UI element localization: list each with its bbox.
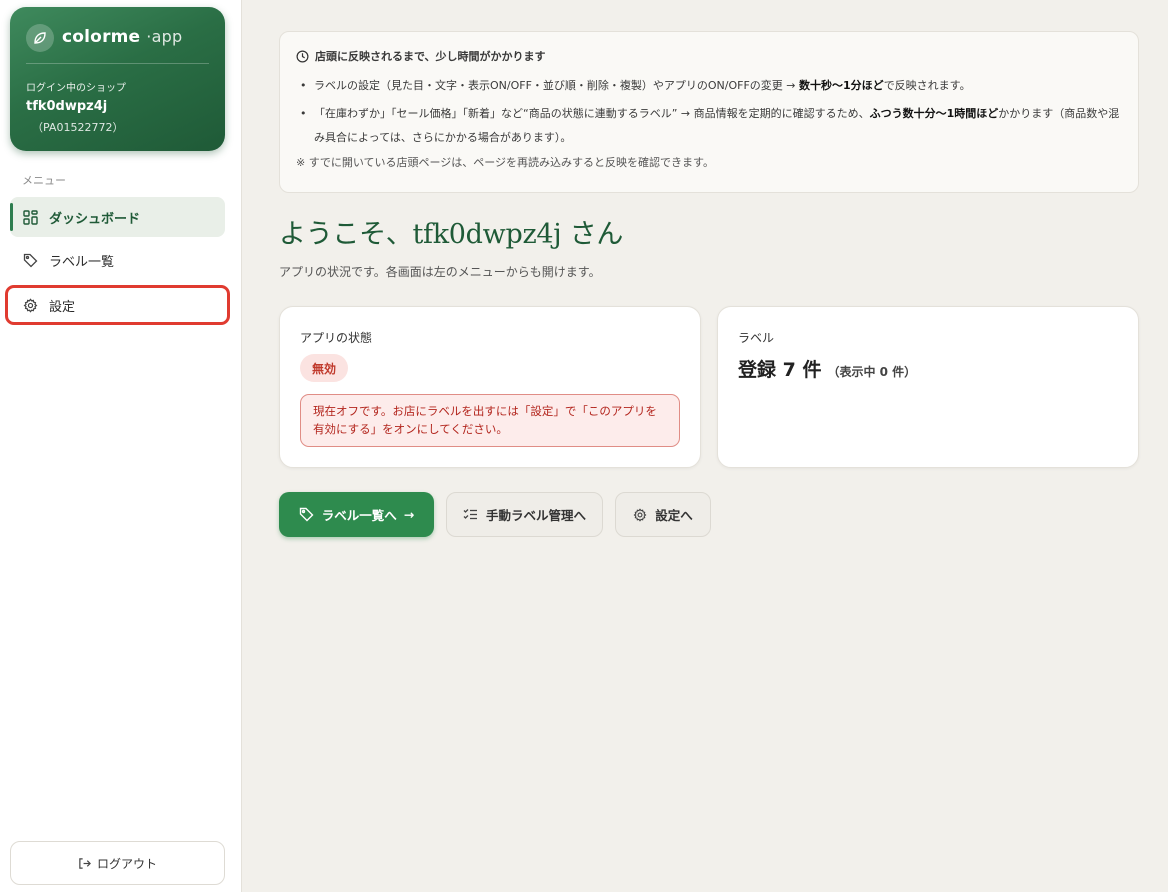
notice-note: ※ すでに開いている店頭ページは、ページを再読み込みすると反映を確認できます。: [296, 156, 714, 169]
brand-suffix: ·app: [146, 27, 183, 46]
status-alert: 現在オフです。お店にラベルを出すには「設定」で「このアプリを有効にする」をオンに…: [300, 394, 680, 447]
notice-emphasis: 数十秒〜1分ほど: [799, 79, 884, 92]
label-count-value: 登録 7 件: [738, 359, 822, 381]
shop-id: （PA01522772）: [32, 121, 124, 134]
page-subtitle: アプリの状況です。各画面は左のメニューからも開けます。: [279, 265, 601, 279]
card-title: ラベル: [738, 331, 775, 345]
notice-panel: 店頭に反映されるまで、少し時間がかかります ラベルの設定（見た目・文字・表示ON…: [279, 31, 1139, 193]
status-badge: 無効: [300, 354, 349, 382]
leaf-icon: [26, 24, 54, 52]
sidebar-item-dashboard[interactable]: ダッシュボード: [10, 197, 225, 237]
brand-name-text: colorme: [62, 27, 141, 47]
sidebar-item-label: ラベル一覧: [49, 254, 115, 270]
notice-item: 「在庫わずか」「セール価格」「新着」など“商品の状態に連動するラベル” → 商品…: [300, 102, 1122, 150]
checklist-icon: [463, 508, 478, 521]
notice-text: ラベルの設定（見た目・文字・表示ON/OFF・並び順・削除・複製）やアプリのON…: [314, 79, 800, 92]
sidebar-item-label: ダッシュボード: [49, 211, 141, 227]
logout-button[interactable]: ログアウト: [10, 841, 225, 885]
gear-icon: [633, 507, 647, 522]
tag-icon: [22, 252, 38, 268]
tag-icon: [299, 507, 314, 522]
notice-text: で反映されます。: [883, 79, 971, 92]
sidebar: colorme ·app ログイン中のショップ tfk0dwpz4j （PA015…: [0, 0, 242, 892]
notice-item: ラベルの設定（見た目・文字・表示ON/OFF・並び順・削除・複製）やアプリのON…: [300, 74, 1122, 98]
shop-caption: ログイン中のショップ: [26, 83, 126, 94]
brand-card: colorme ·app ログイン中のショップ tfk0dwpz4j （PA015…: [10, 7, 225, 151]
notice-emphasis: ふつう数十分〜1時間ほど: [869, 107, 999, 120]
clock-icon: [296, 50, 309, 63]
sidebar-item-labels[interactable]: ラベル一覧: [10, 240, 225, 280]
page-title: ようこそ、tfk0dwpz4j さん: [279, 219, 624, 250]
notice-title: 店頭に反映されるまで、少し時間がかかります: [296, 48, 1122, 64]
label-count: 登録 7 件 （表示中 0 件）: [738, 355, 916, 382]
menu-caption: メニュー: [22, 174, 66, 187]
manual-label-button[interactable]: 手動ラベル管理へ: [446, 492, 603, 537]
sidebar-item-settings[interactable]: 設定: [5, 285, 230, 325]
notice-text: 「在庫わずか」「セール価格」「新着」など“商品の状態に連動するラベル” → 商品…: [314, 107, 870, 120]
button-label: ラベル一覧へ: [321, 508, 397, 523]
notice-list: ラベルの設定（見た目・文字・表示ON/OFF・並び順・削除・複製）やアプリのON…: [296, 74, 1122, 150]
card-title: アプリの状態: [300, 331, 373, 345]
arrow-right-icon: →: [403, 507, 415, 522]
settings-button[interactable]: 設定へ: [615, 492, 711, 537]
brand-name: colorme ·app: [62, 27, 182, 47]
sidebar-item-label: 設定: [49, 299, 76, 315]
label-count-card: ラベル 登録 7 件 （表示中 0 件）: [717, 306, 1139, 468]
app-status-card: アプリの状態 無効 現在オフです。お店にラベルを出すには「設定」で「このアプリを…: [279, 306, 701, 468]
shop-name: tfk0dwpz4j: [26, 99, 108, 114]
brand-divider: [26, 63, 209, 64]
label-list-button[interactable]: ラベル一覧へ →: [279, 492, 434, 537]
dashboard-icon: [22, 209, 38, 225]
button-label: 手動ラベル管理へ: [485, 508, 586, 523]
logout-label: ログアウト: [96, 856, 157, 871]
notice-title-text: 店頭に反映されるまで、少し時間がかかります: [315, 50, 546, 63]
label-count-visible: （表示中 0 件）: [827, 365, 917, 379]
gear-icon: [22, 297, 38, 313]
button-label: 設定へ: [655, 508, 693, 523]
logout-icon: [78, 857, 91, 870]
